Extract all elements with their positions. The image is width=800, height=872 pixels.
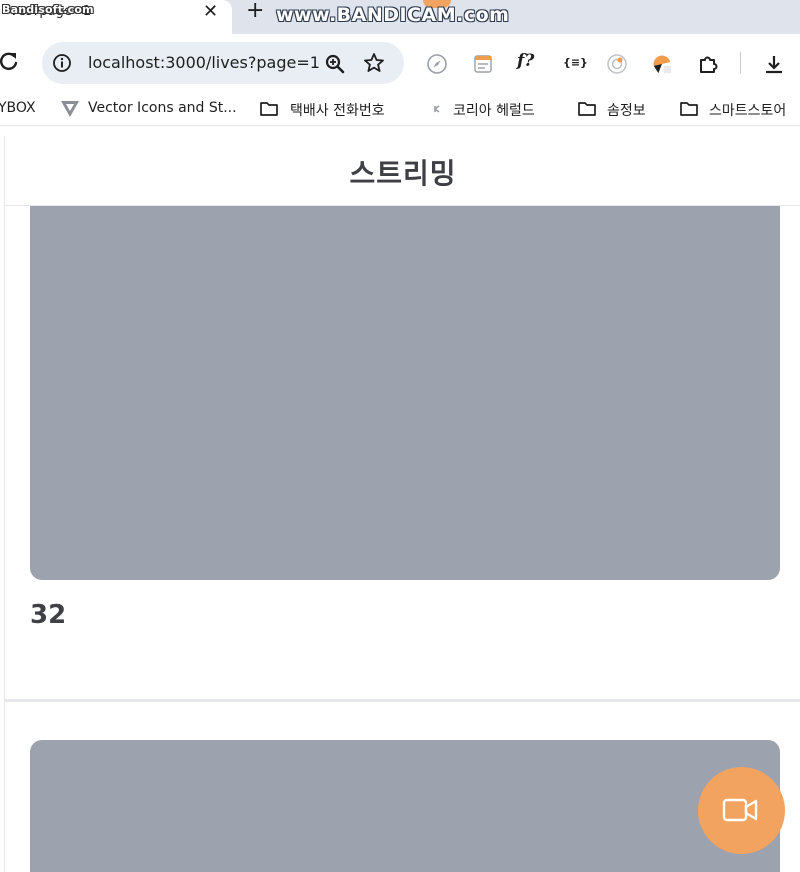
toolbar-separator <box>740 52 741 74</box>
bookmark-star-icon[interactable] <box>363 52 385 74</box>
page-header: 스트리밍 <box>5 136 800 206</box>
site-favicon-icon <box>434 105 440 113</box>
bookmark-smartstore[interactable]: 스마트스토어 <box>709 100 786 120</box>
extensions-puzzle-icon[interactable] <box>697 53 719 75</box>
tab-strip: ves?page=1 ✕ Bandisoft.com + www.BANDICA… <box>0 0 800 34</box>
bandisoft-watermark: Bandisoft.com <box>2 3 94 16</box>
bookmark-vector-icons[interactable]: Vector Icons and St... <box>88 100 237 116</box>
site-info-icon[interactable] <box>52 53 72 73</box>
target-extension-icon[interactable] <box>606 53 628 75</box>
url-text[interactable]: localhost:3000/lives?page=1 <box>88 53 320 72</box>
compass-extension-icon[interactable] <box>426 53 448 75</box>
page-title: 스트리밍 <box>349 157 457 190</box>
bandicam-watermark: www.BANDICAM.com <box>276 4 510 26</box>
folder-icon <box>680 102 698 116</box>
notes-extension-icon[interactable] <box>472 53 494 75</box>
font-finder-extension-icon[interactable]: f? <box>517 51 534 71</box>
stream-thumbnail[interactable] <box>30 740 780 872</box>
video-camera-icon <box>722 798 758 822</box>
bookmark-ybox[interactable]: YBOX <box>0 100 36 116</box>
start-stream-button[interactable] <box>698 767 785 854</box>
reload-icon[interactable] <box>0 49 20 73</box>
folder-icon <box>260 102 278 116</box>
browser-toolbar: localhost:3000/lives?page=1 f? {≡} <box>0 34 800 92</box>
json-extension-icon[interactable]: {≡} <box>563 56 588 69</box>
close-tab-icon[interactable]: ✕ <box>203 1 218 22</box>
bookmark-korea-herald[interactable]: 코리아 헤럴드 <box>453 100 535 120</box>
card-divider <box>5 699 800 702</box>
page-viewport[interactable]: 스트리밍 32 <box>4 136 800 872</box>
vector-logo-icon <box>61 101 79 117</box>
folder-icon <box>578 102 596 116</box>
zoom-icon[interactable] <box>324 53 346 75</box>
stream-thumbnail[interactable] <box>30 198 780 580</box>
bookmarks-bar: YBOX Vector Icons and St... 택배사 전화번호 코리아… <box>0 92 800 126</box>
stream-id: 32 <box>30 600 67 630</box>
bookmark-courier-phone[interactable]: 택배사 전화번호 <box>290 100 385 120</box>
color-extension-icon[interactable] <box>651 53 673 75</box>
new-tab-button[interactable]: + <box>246 0 264 23</box>
address-bar[interactable]: localhost:3000/lives?page=1 <box>42 42 404 84</box>
bookmark-info[interactable]: 솜정보 <box>607 100 646 120</box>
download-icon[interactable] <box>763 53 785 75</box>
